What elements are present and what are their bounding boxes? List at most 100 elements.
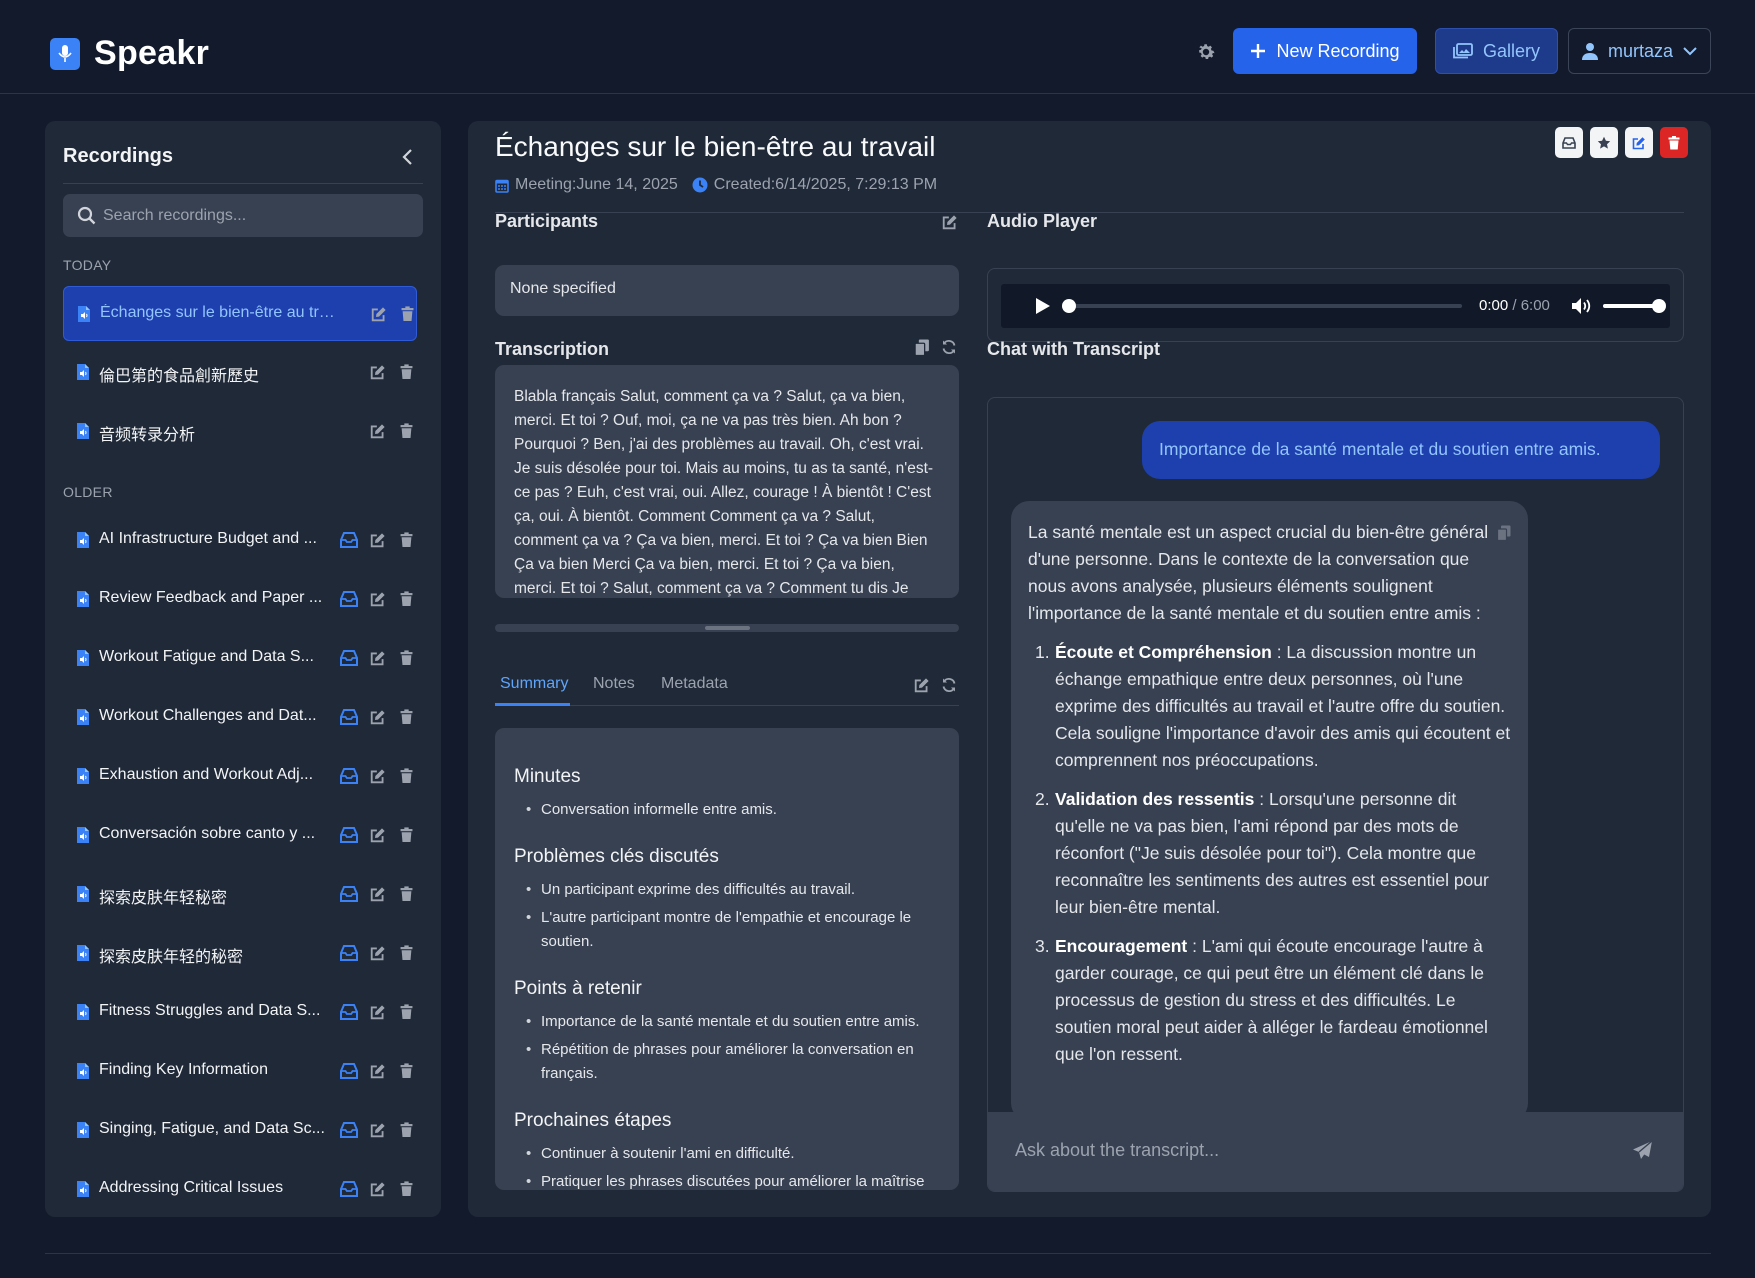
inbox-icon[interactable] <box>340 709 358 725</box>
copy-transcription-icon[interactable] <box>914 339 932 357</box>
trash-icon[interactable] <box>400 1122 413 1138</box>
trash-icon[interactable] <box>400 650 413 666</box>
recording-list-item[interactable]: Workout Challenges and Dat... <box>63 690 417 745</box>
audio-player: 0:00 / 6:00 <box>1001 284 1670 328</box>
recording-list-item[interactable]: Workout Fatigue and Data S... <box>63 631 417 686</box>
edit-recording-button[interactable] <box>1625 127 1653 158</box>
recording-list-item[interactable]: Review Feedback and Paper ... <box>63 572 417 627</box>
edit-icon[interactable] <box>370 1122 386 1138</box>
trash-icon[interactable] <box>401 306 414 322</box>
tab-summary[interactable]: Summary <box>500 675 568 693</box>
trash-icon[interactable] <box>400 364 413 380</box>
tab-notes[interactable]: Notes <box>593 675 635 693</box>
inbox-icon[interactable] <box>340 1063 358 1079</box>
recording-list-item[interactable]: 探索皮肤年轻的秘密 <box>63 926 417 981</box>
tab-metadata[interactable]: Metadata <box>661 675 728 693</box>
edit-icon[interactable] <box>370 423 386 439</box>
audio-file-icon <box>76 649 90 667</box>
inbox-icon[interactable] <box>340 768 358 784</box>
summary-list-item: Importance de la santé mentale et du sou… <box>526 1010 940 1034</box>
edit-icon[interactable] <box>370 532 386 548</box>
inbox-icon[interactable] <box>340 591 358 607</box>
trash-icon[interactable] <box>400 827 413 843</box>
inbox-icon[interactable] <box>340 532 358 548</box>
regenerate-summary-icon[interactable] <box>941 677 959 695</box>
recording-list-item[interactable]: Échanges sur le bien-être au trav... <box>63 286 417 341</box>
trash-icon[interactable] <box>400 768 413 784</box>
edit-icon[interactable] <box>370 364 386 380</box>
trash-icon[interactable] <box>400 591 413 607</box>
chevron-down-icon <box>1683 47 1697 56</box>
brand[interactable]: Speakr <box>50 34 209 73</box>
trash-icon[interactable] <box>400 1063 413 1079</box>
recording-list-item[interactable]: Fitness Struggles and Data S... <box>63 985 417 1040</box>
point-number: 1. <box>1035 642 1050 662</box>
recording-list-item[interactable]: Singing, Fatigue, and Data Sc... <box>63 1103 417 1158</box>
transcription-text[interactable]: Blabla français Salut, comment ça va ? S… <box>495 365 959 598</box>
edit-icon[interactable] <box>371 306 387 322</box>
trash-icon[interactable] <box>400 945 413 961</box>
play-icon[interactable] <box>1035 297 1051 315</box>
inbox-icon[interactable] <box>340 945 358 961</box>
edit-icon[interactable] <box>370 1063 386 1079</box>
inbox-icon[interactable] <box>340 886 358 902</box>
recording-list-item[interactable]: 倫巴第的食品創新歷史 <box>63 345 417 400</box>
inbox-icon[interactable] <box>340 1004 358 1020</box>
star-icon <box>1597 136 1611 149</box>
trash-icon[interactable] <box>400 886 413 902</box>
search-input[interactable] <box>103 194 413 237</box>
trash-icon[interactable] <box>400 709 413 725</box>
inbox-icon[interactable] <box>340 650 358 666</box>
inbox-icon[interactable] <box>340 1122 358 1138</box>
gallery-button[interactable]: Gallery <box>1435 28 1558 74</box>
summary-list-item: Pratiquer les phrases discutées pour amé… <box>526 1170 940 1190</box>
trash-icon[interactable] <box>400 423 413 439</box>
recording-list-item[interactable]: AI Infrastructure Budget and ... <box>63 513 417 568</box>
theme-toggle-gear-icon[interactable] <box>1195 41 1217 63</box>
edit-icon[interactable] <box>370 591 386 607</box>
volume-thumb[interactable] <box>1652 299 1666 313</box>
refresh-transcription-icon[interactable] <box>941 339 959 357</box>
inbox-icon[interactable] <box>340 827 358 843</box>
recording-list-item[interactable]: 探索皮肤年轻秘密 <box>63 867 417 922</box>
chat-input[interactable] <box>1015 1112 1615 1189</box>
edit-summary-icon[interactable] <box>914 677 932 695</box>
assistant-point: 2. Validation des ressentis : Lorsqu'une … <box>1035 786 1511 921</box>
edit-icon[interactable] <box>370 650 386 666</box>
edit-icon[interactable] <box>370 1004 386 1020</box>
trash-icon[interactable] <box>400 532 413 548</box>
recording-item-title: 探索皮肤年轻秘密 <box>99 890 228 907</box>
user-menu-button[interactable]: murtaza <box>1568 28 1711 74</box>
edit-icon[interactable] <box>370 1181 386 1197</box>
edit-icon[interactable] <box>370 709 386 725</box>
copy-message-icon[interactable] <box>1497 525 1511 541</box>
volume-icon[interactable] <box>1571 296 1593 316</box>
user-icon <box>1581 43 1598 60</box>
edit-icon[interactable] <box>370 827 386 843</box>
edit-icon[interactable] <box>370 945 386 961</box>
edit-icon[interactable] <box>370 768 386 784</box>
edit-participants-icon[interactable] <box>942 214 960 232</box>
footer-divider <box>45 1253 1711 1254</box>
audio-progress-thumb[interactable] <box>1062 299 1076 313</box>
collapse-sidebar-chevron-left-icon[interactable] <box>400 147 416 167</box>
delete-recording-button[interactable] <box>1660 127 1688 158</box>
new-recording-button[interactable]: New Recording <box>1233 28 1417 74</box>
trash-icon[interactable] <box>400 1004 413 1020</box>
audio-progress-track[interactable] <box>1070 304 1462 308</box>
recording-list-item[interactable]: Conversación sobre canto y ... <box>63 808 417 863</box>
archive-inbox-button[interactable] <box>1555 127 1583 158</box>
trash-icon[interactable] <box>400 1181 413 1197</box>
send-icon[interactable] <box>1632 1140 1653 1161</box>
recording-list-item[interactable]: Finding Key Information <box>63 1044 417 1099</box>
recording-list-item[interactable]: Addressing Critical Issues <box>63 1162 417 1217</box>
star-button[interactable] <box>1590 127 1618 158</box>
recording-list-item[interactable]: 音频转录分析 <box>63 404 417 459</box>
edit-icon[interactable] <box>370 886 386 902</box>
point-title: Validation des ressentis <box>1055 789 1255 809</box>
inbox-icon[interactable] <box>340 1181 358 1197</box>
recording-list-item[interactable]: Exhaustion and Workout Adj... <box>63 749 417 804</box>
resize-grip[interactable] <box>705 626 750 630</box>
summary-list-item: Conversation informelle entre amis. <box>526 798 940 822</box>
transcription-resize-handle[interactable] <box>495 624 959 632</box>
